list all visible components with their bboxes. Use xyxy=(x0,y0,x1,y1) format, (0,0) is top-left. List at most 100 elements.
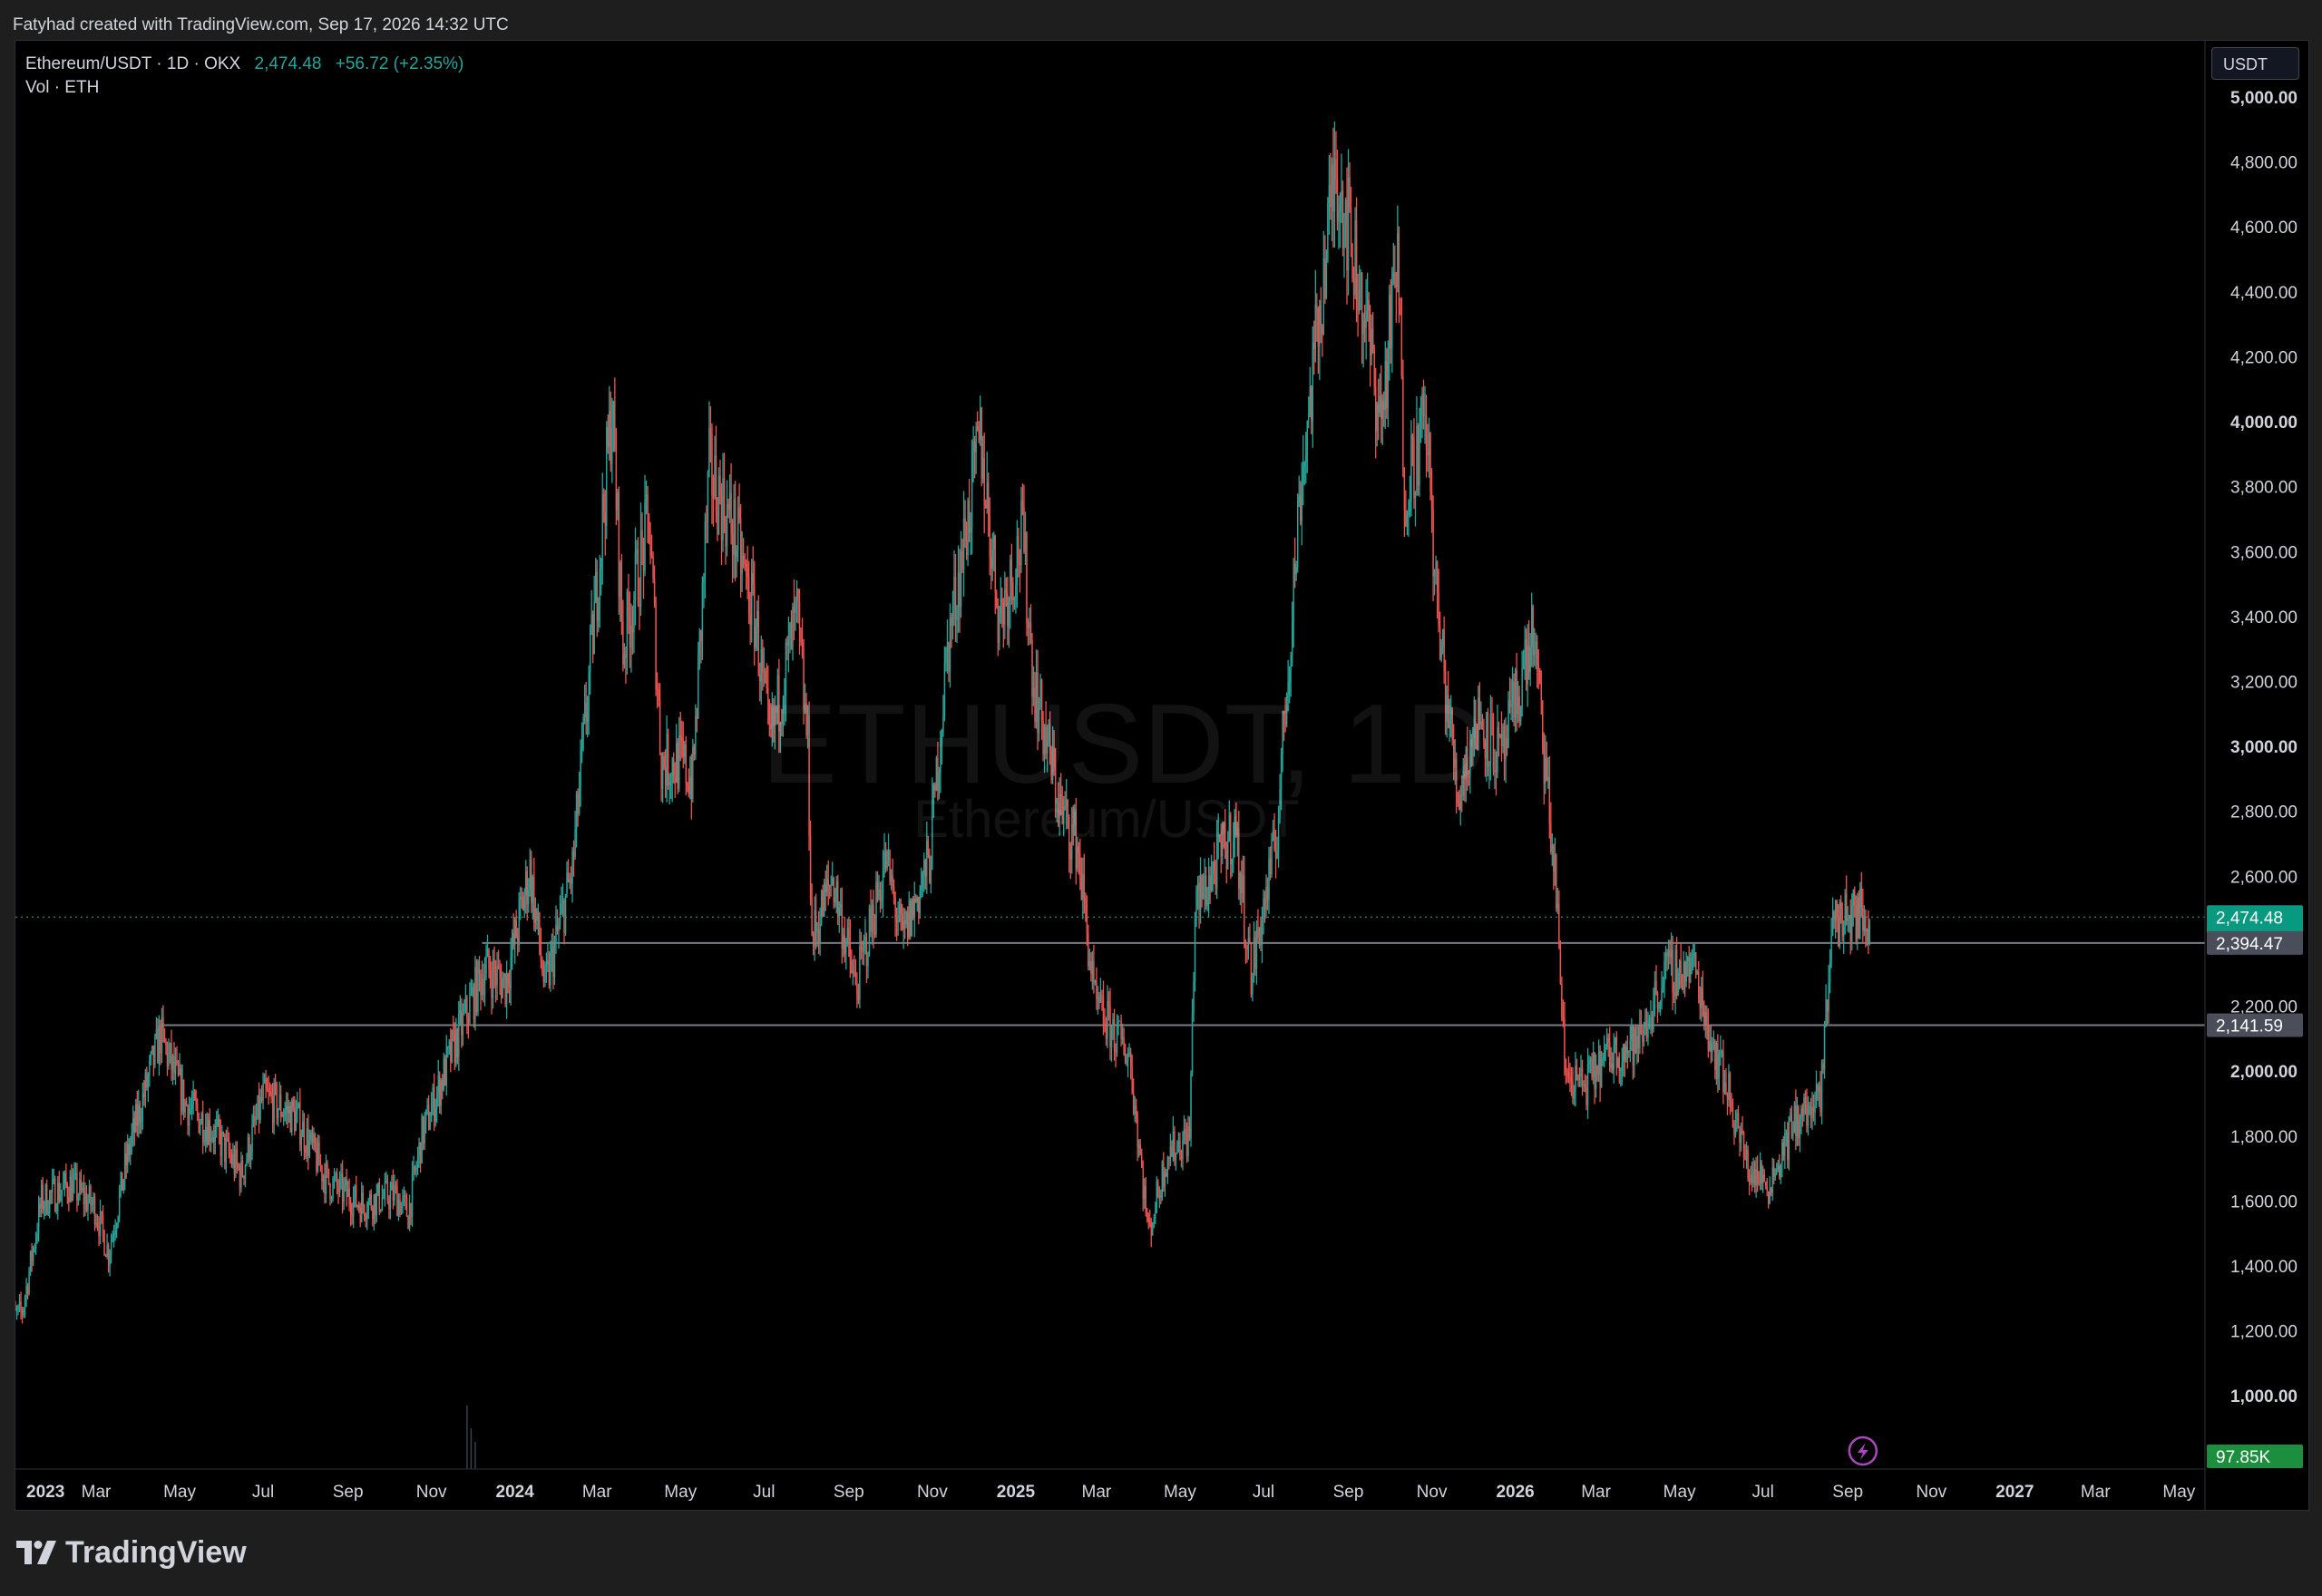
candle-body xyxy=(626,591,629,658)
candle-body xyxy=(536,908,538,921)
candle-body xyxy=(508,986,511,988)
candle-body xyxy=(1303,462,1305,467)
candle-body xyxy=(1360,272,1361,290)
candle-body xyxy=(1169,1146,1172,1159)
candle-body xyxy=(206,1126,208,1145)
candle-body xyxy=(308,1140,311,1156)
legend-symbol[interactable]: Ethereum/USDT · 1D · OKX xyxy=(25,54,240,73)
candle-body xyxy=(752,572,754,585)
tradingview-logo[interactable]: TradingView xyxy=(16,1533,247,1572)
candle-body xyxy=(639,530,642,607)
candle-body xyxy=(840,904,842,908)
candle-body xyxy=(157,1028,159,1064)
candle-body xyxy=(1811,1106,1813,1118)
candle-body xyxy=(825,879,828,892)
candle-body xyxy=(862,949,863,951)
candle-body xyxy=(1398,233,1400,307)
candle-body xyxy=(1312,342,1313,423)
candle-body xyxy=(612,401,615,428)
price-axis[interactable]: 1,000.00 1,200.00 1,400.00 1,600.00 1,800.00… xyxy=(2204,41,2298,1510)
candle-body xyxy=(1146,1212,1148,1219)
candle-body xyxy=(1436,560,1439,593)
volume-axis-label: 97.85K xyxy=(2207,1445,2303,1468)
candle-body xyxy=(1120,1020,1122,1040)
candle-body xyxy=(1655,981,1657,993)
candle-body xyxy=(1751,1174,1753,1184)
candle-body xyxy=(596,571,598,621)
candle-body xyxy=(377,1182,379,1193)
candle-body xyxy=(467,1018,470,1024)
candle-body xyxy=(1406,515,1409,526)
candle-body xyxy=(1592,1052,1595,1078)
candle-body xyxy=(1306,421,1308,455)
candle-body xyxy=(486,949,489,958)
candle-body xyxy=(547,960,549,965)
candle-body xyxy=(127,1143,129,1166)
candle-body xyxy=(351,1214,353,1217)
candle-body xyxy=(978,428,980,440)
candle-body xyxy=(132,1118,134,1133)
time-axis[interactable]: 2023 Mar May Jul Sep Nov 2024 Mar May Jul Sep Nov 20… xyxy=(15,1468,2205,1502)
candle-body xyxy=(876,881,879,900)
candle-body xyxy=(968,501,971,533)
candle-body xyxy=(890,875,893,881)
candle-body xyxy=(630,625,632,647)
candle-body xyxy=(994,535,996,593)
candle-body xyxy=(1008,601,1010,627)
level-price-label: 2,394.47 xyxy=(2207,930,2303,955)
candle-body xyxy=(419,1142,422,1163)
candle-body xyxy=(136,1104,138,1126)
candle-body xyxy=(1202,891,1205,900)
candle-body xyxy=(819,923,821,942)
candle-body xyxy=(499,967,501,978)
candle-body xyxy=(1400,314,1403,376)
candle-body xyxy=(1830,935,1832,961)
candle-body xyxy=(1554,854,1556,872)
candle-body xyxy=(1079,853,1081,876)
candle-body xyxy=(1077,846,1078,869)
candle-body xyxy=(42,1184,44,1210)
candle-body xyxy=(1675,949,1678,996)
candle-body xyxy=(1257,928,1259,939)
candle-body xyxy=(430,1105,433,1122)
candle-body xyxy=(682,741,684,757)
time-tick-label: Nov xyxy=(1417,1483,1448,1502)
svg-text:2,474.48: 2,474.48 xyxy=(2216,909,2283,928)
candle-body xyxy=(1857,897,1859,940)
candle-body xyxy=(945,647,947,664)
candle-body xyxy=(1865,916,1867,931)
candle-body xyxy=(155,1028,158,1037)
candle-body xyxy=(1651,1017,1654,1030)
candle-body xyxy=(463,1009,465,1013)
candle-body xyxy=(1561,984,1563,1017)
currency-button[interactable]: USDT xyxy=(2211,47,2299,80)
candle-body xyxy=(483,974,486,995)
candle-body xyxy=(1158,1195,1161,1197)
candle-body xyxy=(957,572,960,618)
candle-body xyxy=(324,1175,326,1194)
candle-body xyxy=(1231,859,1233,865)
candle-body xyxy=(314,1134,317,1150)
candle-body xyxy=(1156,1181,1157,1212)
candle-body xyxy=(1343,225,1345,248)
legend-last-price: 2,474.48 xyxy=(254,54,322,73)
legend-volume[interactable]: Vol · ETH xyxy=(25,78,99,97)
candle-body xyxy=(533,876,535,923)
candle-body xyxy=(1494,770,1496,773)
candle-body xyxy=(141,1094,144,1122)
candle-body xyxy=(556,925,559,931)
candle-body xyxy=(1519,707,1522,721)
candle-body xyxy=(1715,1043,1718,1071)
candle-body xyxy=(512,932,514,945)
candle-body xyxy=(795,589,798,600)
candle-body xyxy=(338,1176,341,1193)
candle-body xyxy=(575,793,578,830)
candle-body xyxy=(687,783,688,786)
candle-body xyxy=(1002,602,1005,625)
attribution-text: Fatyhad created with TradingView.com, Se… xyxy=(13,15,509,34)
candle-body xyxy=(678,735,680,789)
candle-body xyxy=(685,744,687,783)
candle-body xyxy=(477,960,479,1013)
candle-body xyxy=(517,938,519,942)
price-tick-label: 4,400.00 xyxy=(2230,284,2298,303)
